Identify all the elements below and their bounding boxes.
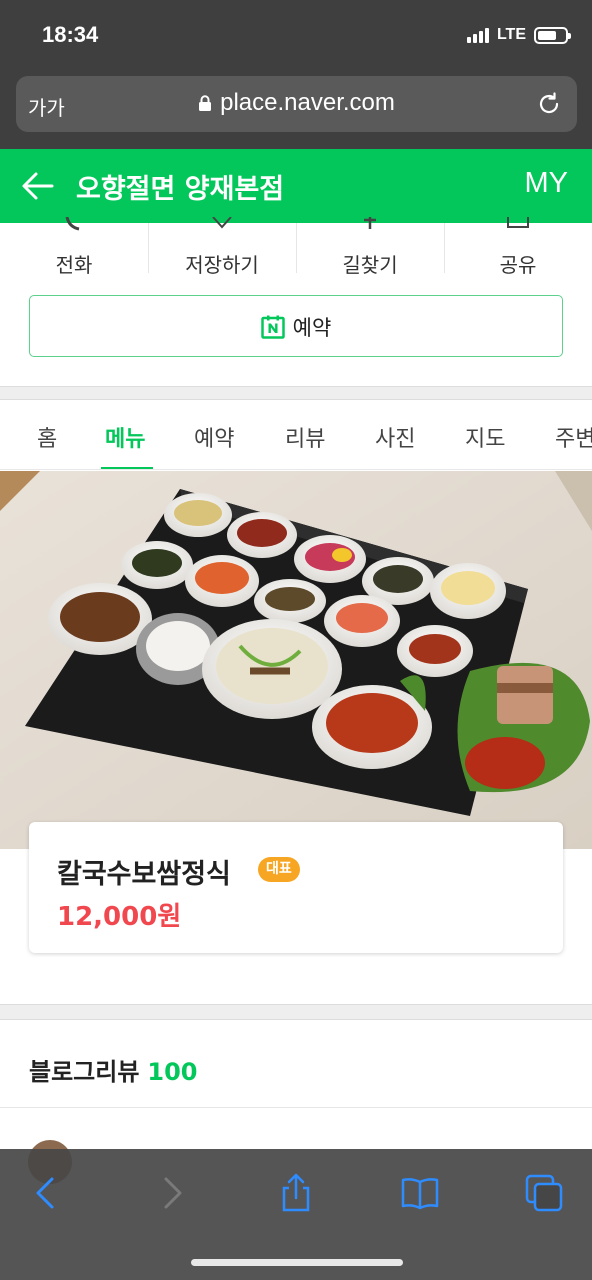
blog-review-title: 블로그리뷰 xyxy=(29,1058,140,1086)
url-bar[interactable]: 가가 place.naver.com xyxy=(16,76,577,132)
action-row: 전화 저장하기 길찾기 공유 xyxy=(0,217,592,285)
network-label: LTE xyxy=(496,26,526,43)
back-icon[interactable] xyxy=(26,1173,66,1213)
star-icon xyxy=(212,217,232,229)
reserve-button[interactable]: 예약 xyxy=(29,295,563,357)
home-indicator xyxy=(191,1259,403,1266)
representative-badge: 대표 xyxy=(258,857,300,882)
signal-icon xyxy=(466,27,489,43)
action-label: 공유 xyxy=(499,253,537,277)
battery-icon xyxy=(534,26,571,44)
place-title: 오향절면 양재본점 xyxy=(76,174,285,205)
menu-price: 12,000원 xyxy=(57,902,182,932)
status-time: 18:34 xyxy=(42,22,99,47)
blog-review-count: 100 xyxy=(147,1058,198,1086)
action-call[interactable]: 전화 xyxy=(0,217,148,285)
tab-map[interactable]: 지도 xyxy=(465,421,505,453)
directions-icon xyxy=(364,217,376,229)
menu-photo[interactable] xyxy=(0,471,592,849)
share-icon[interactable] xyxy=(276,1173,316,1213)
phone-icon xyxy=(65,217,80,231)
place-header: 오향절면 양재본점 MY xyxy=(0,149,592,223)
naver-booking-icon xyxy=(260,315,285,339)
section-divider xyxy=(0,386,592,400)
url-display[interactable]: place.naver.com xyxy=(16,89,577,117)
my-button[interactable]: MY xyxy=(525,167,569,200)
menu-card[interactable]: 칼국수보쌈정식 대표 12,000원 xyxy=(29,822,563,953)
active-tab-indicator xyxy=(101,467,153,469)
action-share[interactable]: 공유 xyxy=(444,217,592,285)
reserve-label: 예약 xyxy=(292,316,332,340)
blog-review-header[interactable]: 블로그리뷰 100 xyxy=(29,1052,198,1087)
section-divider xyxy=(0,1004,592,1020)
action-label: 저장하기 xyxy=(185,253,259,277)
forward-icon[interactable] xyxy=(152,1173,192,1213)
menu-name: 칼국수보쌈정식 xyxy=(57,859,231,890)
tab-review[interactable]: 리뷰 xyxy=(285,421,325,453)
tab-nearby[interactable]: 주변 xyxy=(555,421,592,453)
tab-home[interactable]: 홈 xyxy=(37,421,57,453)
back-arrow-icon[interactable] xyxy=(20,168,56,204)
action-label: 길찾기 xyxy=(342,253,398,277)
bookmarks-icon[interactable] xyxy=(400,1173,440,1213)
tabs-icon[interactable] xyxy=(524,1173,564,1213)
reload-icon[interactable] xyxy=(535,90,563,118)
tab-photo[interactable]: 사진 xyxy=(375,421,415,453)
status-indicators: LTE xyxy=(466,26,571,44)
url-text: place.naver.com xyxy=(220,89,395,116)
tab-menu[interactable]: 메뉴 xyxy=(105,421,145,453)
tab-reservation[interactable]: 예약 xyxy=(194,421,234,453)
browser-chrome: 18:34 LTE 가가 place.naver.com xyxy=(0,0,592,149)
divider xyxy=(0,1107,592,1108)
tab-bar: 홈 메뉴 예약 리뷰 사진 지도 주변 xyxy=(0,400,592,470)
share-icon xyxy=(507,217,529,228)
lock-icon xyxy=(199,95,212,111)
action-save[interactable]: 저장하기 xyxy=(148,217,296,285)
action-label: 전화 xyxy=(55,253,93,277)
action-directions[interactable]: 길찾기 xyxy=(296,217,444,285)
